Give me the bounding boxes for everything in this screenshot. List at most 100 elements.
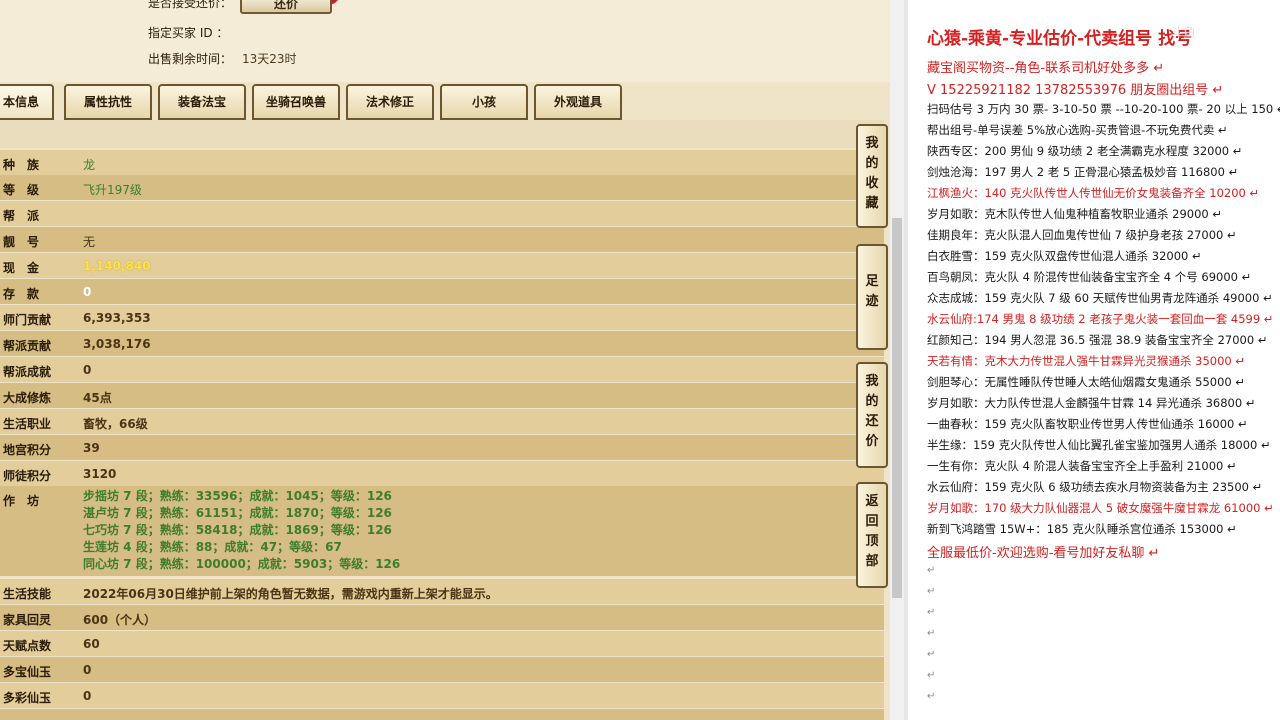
row-value: 无 xyxy=(83,235,96,249)
row-label: 生活技能 xyxy=(3,587,52,601)
row-label: 帮派贡献 xyxy=(3,339,52,353)
workshop-list: 步摇坊 7 段；熟练：33596；成就：1045；等级：126 湛卢坊 7 段；… xyxy=(83,488,400,573)
character-detail-panel: 是否接受还价： 还价 指定买家 ID ： 出售剩余时间： 13天23时 本信息 属… xyxy=(0,0,890,720)
table-row: 靓 号 无 xyxy=(0,227,884,252)
tab-bar: 本信息 属性抗性 装备法宝 坐骑召唤兽 法术修正 小孩 外观道具 xyxy=(0,82,890,120)
table-row: 帮派贡献 3,038,176 xyxy=(0,331,884,356)
row-value: 2022年06月30日维护前上架的角色暂无数据，需游戏内重新上架才能显示。 xyxy=(83,587,498,601)
tab-spell-mods[interactable]: 法术修正 xyxy=(346,84,434,120)
row-label: 种 族 xyxy=(3,158,40,172)
cash-value: 1,140,840 xyxy=(83,259,151,273)
document-line: 陕西专区：200 男仙 9 级功绩 2 老全满霸克水程度 32000 ↵ xyxy=(927,144,1243,158)
document-line: 一曲春秋：159 克火队畜牧职业传世男人传世仙通杀 16000 ↵ xyxy=(927,417,1248,431)
table-row: 师门贡献 6,393,353 xyxy=(0,305,884,330)
tab-children[interactable]: 小孩 xyxy=(440,84,528,120)
document-line: 白衣胜雪：159 克火队双盘传世仙混人通杀 32000 ↵ xyxy=(927,249,1202,263)
document-line: 百鸟朝凤：克火队 4 阶混传世仙装备宝宝齐全 4 个号 69000 ↵ xyxy=(927,270,1252,284)
row-label: 地宫积分 xyxy=(3,443,52,457)
document-line: 新到飞鸿踏雪 15W+：185 克火队睡杀宫位通杀 153000 ↵ xyxy=(927,522,1237,536)
document-line: 江枫渔火：140 克火队传世人传世仙无价女鬼装备齐全 10200 ↵ xyxy=(927,186,1260,200)
table-row: 大成修炼 45点 xyxy=(0,383,884,408)
document-line: 佳期良年：克火队混人回血鬼传世仙 7 级护身老孩 27000 ↵ xyxy=(927,228,1237,242)
document-line: 半生缘：159 克火队传世人仙比翼孔雀宝鉴加强男人通杀 18000 ↵ xyxy=(927,438,1271,452)
table-row: 生活职业 畜牧，66级 xyxy=(0,409,884,434)
offer-button[interactable]: 还价 xyxy=(240,0,332,14)
row-value: 600（个人） xyxy=(83,613,157,627)
document-line: 水云仙府：159 克火队 6 级功绩去疾水月物资装备为主 23500 ↵ xyxy=(927,480,1263,494)
row-value: 0 xyxy=(83,689,92,703)
document-line: 水云仙府:174 男鬼 8 级功绩 2 老孩子鬼火装一套回血一套 4599 ↵ xyxy=(927,312,1274,326)
row-label: 存 款 xyxy=(3,287,40,301)
content-header-strip xyxy=(0,120,884,148)
row-label: 现 金 xyxy=(3,261,40,275)
row-label: 作 坊 xyxy=(3,494,40,508)
row-value: 飞升197级 xyxy=(83,183,142,197)
document-line: V 15225921182 13782553976 朋友圈出组号 ↵ xyxy=(927,83,1224,98)
text-document: 心猿-乘黄-专业估价-代卖组号 找号 斗鱼 藏宝阁买物资--角色-联系司机好处多… xyxy=(908,0,1280,720)
workshop-line: 湛卢坊 7 段；熟练：61151；成就：1870；等级：126 xyxy=(83,506,392,520)
table-row: 家具回灵 600（个人） xyxy=(0,605,884,630)
table-row: 帮派成就 0 xyxy=(0,357,884,382)
row-value: 3120 xyxy=(83,467,117,481)
row-label: 等 级 xyxy=(3,183,40,197)
paragraph-mark: ↵ xyxy=(927,691,936,702)
row-label: 天赋点数 xyxy=(3,639,52,653)
document-line: 岁月如歌：大力队传世混人金麟强牛甘霖 14 异光通杀 36800 ↵ xyxy=(927,396,1256,410)
buyer-id-row: 指定买家 ID ： xyxy=(148,24,228,41)
tab-mounts-pets[interactable]: 坐骑召唤兽 xyxy=(252,84,340,120)
paragraph-mark: ↵ xyxy=(927,565,936,576)
tab-equipment[interactable]: 装备法宝 xyxy=(158,84,246,120)
document-line: 岁月如歌：克木队传世人仙鬼种植畜牧职业通杀 29000 ↵ xyxy=(927,207,1223,221)
left-scrollbar[interactable] xyxy=(890,0,904,720)
document-line: 扫码估号 3 万内 30 票- 3-10-50 票 --10-20-100 票-… xyxy=(927,102,1280,116)
stream-watermark: 斗鱼 xyxy=(1170,26,1197,41)
table-row: 现 金 1,140,840 xyxy=(0,253,884,278)
row-value: 39 xyxy=(83,441,100,455)
document-line: 红颜知己：194 男人忽混 36.5 强混 38.9 装备宝宝齐全 27000 … xyxy=(927,333,1268,347)
row-value: 3,038,176 xyxy=(83,337,151,351)
tab-basic-info[interactable]: 本信息 xyxy=(0,84,54,120)
table-row: 帮 派 xyxy=(0,201,884,226)
tab-attributes[interactable]: 属性抗性 xyxy=(64,84,152,120)
document-line: 一生有你：克火队 4 阶混人装备宝宝齐全上手盈利 21000 ↵ xyxy=(927,459,1237,473)
table-row: 存 款 0 xyxy=(0,279,884,304)
time-left-row: 出售剩余时间： 13天23时 xyxy=(148,50,297,67)
paragraph-mark: ↵ xyxy=(927,586,936,597)
back-to-top-button[interactable]: 返 回 顶 部 xyxy=(856,482,888,588)
row-label: 师门贡献 xyxy=(3,313,52,327)
row-value: 0 xyxy=(83,663,92,677)
table-row: 等 级 飞升197级 xyxy=(0,175,884,200)
buyer-id-label: 指定买家 ID ： xyxy=(148,26,229,40)
accept-offer-row: 是否接受还价： xyxy=(148,0,232,11)
footprints-button[interactable]: 足 迹 xyxy=(856,244,888,350)
document-line: 众志成城：159 克火队 7 级 60 天赋传世仙男青龙阵通杀 49000 ↵ xyxy=(927,291,1273,305)
document-line: 天若有情：克木大力传世混人强牛甘霖异光灵猴通杀 35000 ↵ xyxy=(927,354,1246,368)
row-label: 帮派成就 xyxy=(3,365,52,379)
document-line: 全服最低价-欢迎选购-看号加好友私聊 ↵ xyxy=(927,546,1160,561)
time-left-label: 出售剩余时间： xyxy=(148,52,233,66)
my-favorites-button[interactable]: 我 的 收 藏 xyxy=(856,124,888,228)
time-left-value: 13天23时 xyxy=(242,52,297,66)
document-line: 剑烛沧海：197 男人 2 老 5 正骨混心猿孟极妙音 116800 ↵ xyxy=(927,165,1239,179)
row-value: 畜牧，66级 xyxy=(83,417,148,431)
table-row: 生活技能 2022年06月30日维护前上架的角色暂无数据，需游戏内重新上架才能显… xyxy=(0,579,884,604)
workshop-line: 七巧坊 7 段；熟练：58418；成就：1869；等级：126 xyxy=(83,523,392,537)
workshop-line: 步摇坊 7 段；熟练：33596；成就：1045；等级：126 xyxy=(83,489,392,503)
row-label: 师徒积分 xyxy=(3,469,52,483)
pen-icon xyxy=(330,0,338,5)
row-label: 靓 号 xyxy=(3,235,40,249)
row-value: 6,393,353 xyxy=(83,311,151,325)
accept-offer-label: 是否接受还价： xyxy=(148,0,233,10)
row-value: 0 xyxy=(83,363,92,377)
document-line: 藏宝阁买物资--角色-联系司机好处多多 ↵ xyxy=(927,61,1165,76)
document-title: 心猿-乘黄-专业估价-代卖组号 找号 xyxy=(927,29,1193,49)
table-row: 地宫积分 39 xyxy=(0,435,884,460)
paragraph-mark: ↵ xyxy=(927,607,936,618)
row-value: 60 xyxy=(83,637,100,651)
tab-appearance[interactable]: 外观道具 xyxy=(534,84,622,120)
table-row: 多彩仙玉 0 xyxy=(0,683,884,708)
deposit-value: 0 xyxy=(83,285,92,299)
my-offers-button[interactable]: 我 的 还 价 xyxy=(856,362,888,468)
scrollbar-thumb[interactable] xyxy=(892,218,902,598)
table-row: 多宝仙玉 0 xyxy=(0,657,884,682)
